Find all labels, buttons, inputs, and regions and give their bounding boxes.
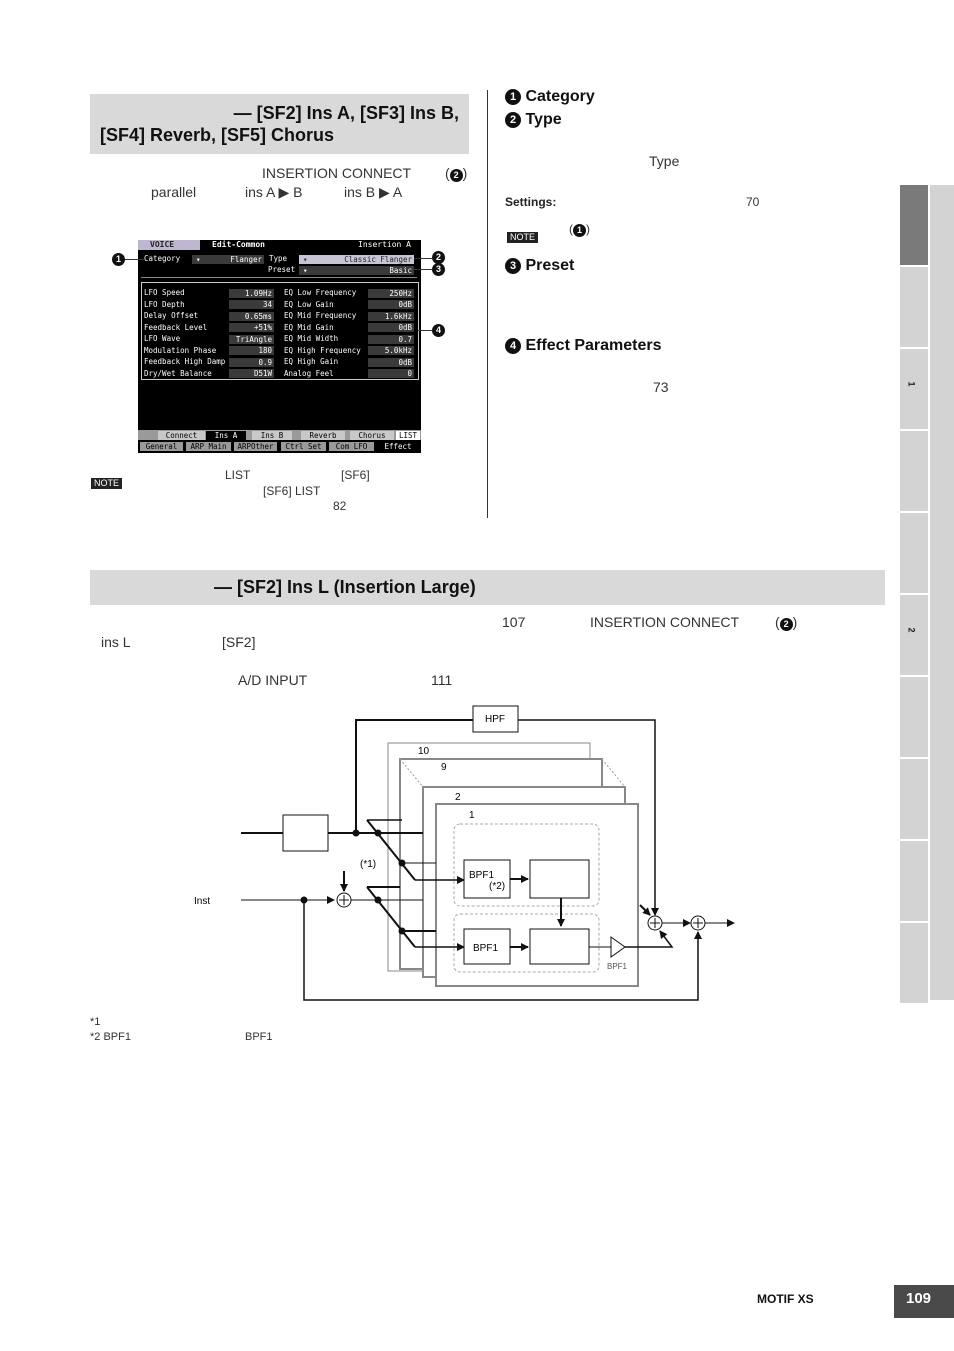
signal-flow-diagram: HPF 10 9 2 1 Inst (*1) BPF1 (*2) BPF1 BP… (194, 705, 735, 1001)
junction-dot (374, 896, 382, 904)
chapter-tab[interactable] (900, 841, 928, 921)
junction-dot (374, 829, 382, 837)
layer-label-2: 2 (455, 792, 461, 803)
chapter-tab-label: 2 (906, 627, 917, 633)
bpf-upper-label: BPF1 (469, 870, 494, 881)
star1-label: (*1) (360, 859, 376, 870)
layer-label-10: 10 (418, 746, 430, 757)
effect-upper-box (529, 859, 590, 899)
footnote-1: *1 (90, 1016, 101, 1028)
chapter-tab[interactable] (900, 759, 928, 839)
inst-label: Inst (194, 896, 210, 907)
side-tab-strip (930, 185, 954, 1000)
chapter-tab[interactable] (900, 923, 928, 1003)
page-number-box: 109 (894, 1285, 954, 1318)
chapter-tab[interactable] (900, 185, 928, 265)
layer-dots-right (601, 758, 626, 788)
chapter-tab-label: 1 (906, 381, 917, 387)
bpf-upper-note: (*2) (489, 881, 505, 892)
chapter-tab[interactable] (900, 267, 928, 347)
chapter-tab[interactable]: 1 (900, 349, 928, 429)
hpf-label: HPF (485, 714, 505, 725)
chapter-tab[interactable] (900, 513, 928, 593)
input-box (282, 814, 329, 852)
footnote-2: *2 BPF1 (90, 1031, 131, 1043)
amp-label: BPF1 (607, 962, 628, 971)
layer-sum-arrow (639, 904, 651, 916)
bpf-lower-label: BPF1 (473, 943, 498, 954)
chapter-tab[interactable] (900, 677, 928, 757)
layer-label-1: 1 (469, 810, 475, 821)
layer-label-9: 9 (441, 762, 447, 773)
chapter-tab[interactable] (900, 431, 928, 511)
page-number: 109 (906, 1290, 932, 1307)
footnote-2b: BPF1 (245, 1031, 273, 1043)
product-name: MOTIF XS (757, 1292, 814, 1306)
effect-lower-box (529, 928, 590, 965)
chapter-tab[interactable]: 2 (900, 595, 928, 675)
junction-dot (352, 829, 360, 837)
